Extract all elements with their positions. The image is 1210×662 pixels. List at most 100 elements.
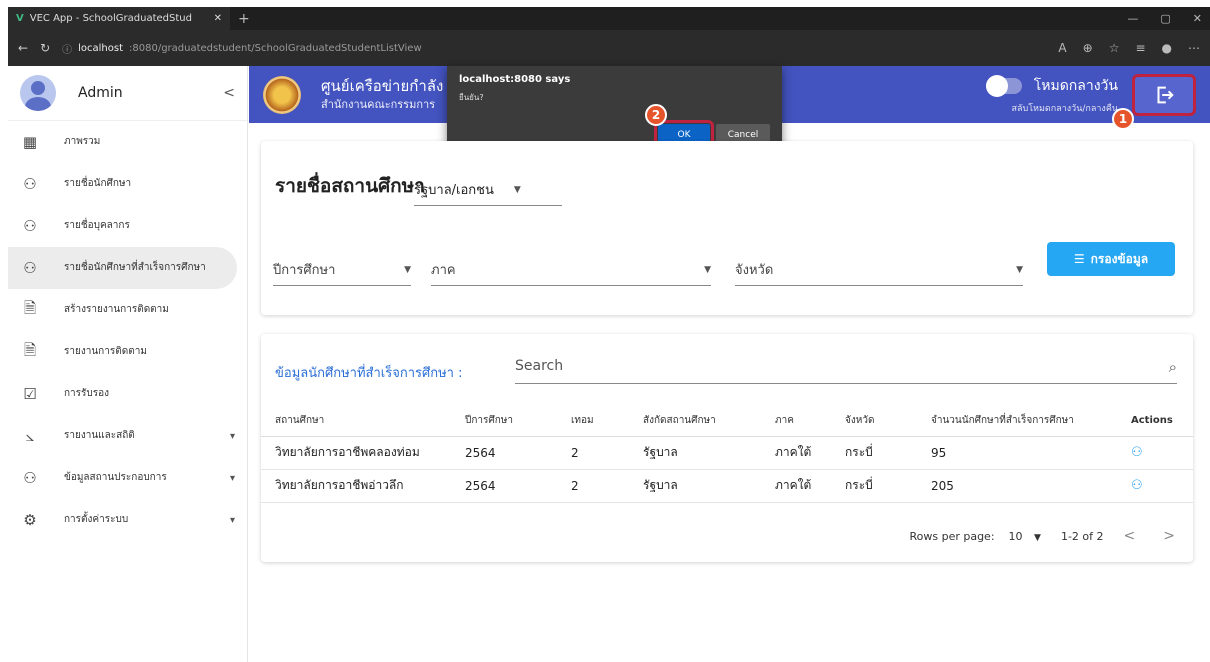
back-icon[interactable]: ← (18, 41, 28, 55)
year-select[interactable]: ปีการศึกษา ▼ (273, 259, 411, 286)
sidebar-item-staff[interactable]: ⚇ รายชื่อบุคลากร (8, 205, 247, 247)
maximize-icon[interactable]: ▢ (1160, 12, 1170, 25)
col-header[interactable]: จังหวัด (831, 406, 917, 437)
cell-year: 2564 (451, 469, 557, 503)
col-header[interactable]: จำนวนนักศึกษาที่สำเร็จการศึกษา (917, 406, 1117, 437)
chevron-down-icon: ▼ (404, 264, 411, 275)
cell-region: ภาคใต้ (761, 436, 831, 470)
filter-button[interactable]: ☰ กรองข้อมูล (1047, 242, 1175, 276)
users-icon: ⚇ (23, 175, 37, 193)
chevron-down-icon: ▾ (229, 472, 235, 484)
table-title: ข้อมูลนักศึกษาที่สำเร็จการศึกษา : (275, 366, 463, 381)
profile-icon[interactable]: ● (1162, 41, 1172, 55)
search-input[interactable]: Search ⌕ (515, 358, 1177, 384)
col-header[interactable]: ภาค (761, 406, 831, 437)
sidebar-item-label: รายชื่อบุคลากร (64, 220, 130, 231)
favorites-list-icon[interactable]: ≡ (1135, 41, 1145, 55)
cell-count: 205 (917, 469, 1117, 503)
col-header[interactable]: สถานศึกษา (261, 406, 451, 437)
sidebar-item-label: รายชื่อนักศึกษา (64, 178, 132, 189)
more-icon[interactable]: ⋯ (1188, 41, 1200, 55)
minimize-icon[interactable]: — (1127, 12, 1138, 25)
chevron-down-icon: ▾ (229, 430, 235, 442)
sidebar: Admin < ▦ ภาพรวม ⚇ รายชื่อนักศึกษา ⚇ รายชื่… (8, 66, 248, 662)
logout-icon (1157, 86, 1174, 103)
close-window-icon[interactable]: ✕ (1193, 12, 1202, 25)
region-label: ภาค (431, 263, 456, 278)
sidebar-menu: ▦ ภาพรวม ⚇ รายชื่อนักศึกษา ⚇ รายชื่อบุคลากร… (8, 121, 247, 541)
vue-logo-icon: V (16, 13, 24, 24)
gear-icon: ⚙ (23, 511, 37, 529)
table-row: วิทยาลัยการอาชีพคลองท่อม 2564 2 รัฐบาล ภ… (261, 436, 1193, 470)
search-placeholder: Search (515, 358, 564, 374)
sidebar-item-companies[interactable]: ⚇ ข้อมูลสถานประกอบการ ▾ (8, 457, 247, 499)
close-tab-icon[interactable]: ✕ (214, 13, 222, 24)
refresh-icon[interactable]: ↻ (40, 41, 50, 55)
clipboard-check-icon: ☑ (23, 385, 37, 403)
cell-province: กระบี่ (831, 469, 917, 503)
document-icon: 🗎 (23, 340, 37, 359)
filter-card: รายชื่อสถานศึกษา รัฐบาล/เอกชน ▼ ปีการศึกษ… (261, 141, 1193, 315)
prev-page-icon[interactable]: < (1124, 528, 1136, 544)
sidebar-item-reports[interactable]: ⦣ รายงานและสถิติ ▾ (8, 415, 247, 457)
zoom-icon[interactable]: ⊕ (1083, 41, 1093, 55)
province-select[interactable]: จังหวัด ▼ (735, 259, 1023, 286)
province-label: จังหวัด (735, 263, 774, 278)
next-page-icon[interactable]: > (1163, 528, 1175, 544)
sidebar-item-follow-report[interactable]: 🗎 รายงานการติดตาม (8, 331, 247, 373)
new-tab-icon[interactable]: + (238, 11, 250, 27)
page-title: รายชื่อสถานศึกษา (275, 175, 425, 197)
step-badge-2: 2 (645, 104, 667, 126)
step-badge-1: 1 (1112, 108, 1134, 130)
cell-region: ภาคใต้ (761, 469, 831, 503)
sidebar-item-label: ภาพรวม (64, 136, 101, 147)
favorite-icon[interactable]: ☆ (1109, 41, 1120, 55)
read-aloud-icon[interactable]: A (1058, 41, 1066, 55)
day-mode-toggle[interactable] (985, 74, 1022, 97)
sidebar-item-label: สร้างรายงานการติดตาม (64, 304, 169, 315)
cell-term: 2 (557, 469, 629, 503)
cell-province: กระบี่ (831, 436, 917, 470)
cell-actions: ⚇ (1117, 436, 1193, 470)
search-icon[interactable]: ⌕ (1169, 358, 1177, 376)
sidebar-item-label: รายชื่อนักศึกษาที่สำเร็จการศึกษา (64, 262, 206, 273)
region-select[interactable]: ภาค ▼ (431, 259, 711, 286)
view-students-icon[interactable]: ⚇ (1131, 445, 1143, 460)
url-field[interactable]: ⓘ localhost :8080/graduatedstudent/School… (62, 35, 422, 61)
sidebar-item-settings[interactable]: ⚙ การตั้งค่าระบบ ▾ (8, 499, 247, 541)
col-header[interactable]: ปีการศึกษา (451, 406, 557, 437)
sidebar-item-graduated-students[interactable]: ⚇ รายชื่อนักศึกษาที่สำเร็จการศึกษา (8, 247, 237, 289)
rows-per-page-select[interactable]: 10 ▼ (1009, 530, 1041, 543)
browser-address-bar: ← ↻ ⓘ localhost :8080/graduatedstudent/Sc… (8, 30, 1210, 66)
user-name: Admin (78, 85, 123, 101)
document-icon: 🗎 (23, 298, 37, 317)
cell-affiliation: รัฐบาล (629, 436, 761, 470)
sidebar-item-label: การรับรอง (64, 388, 110, 399)
info-icon: ⓘ (62, 44, 73, 56)
browser-tab[interactable]: V VEC App - SchoolGraduatedStud ✕ (8, 7, 230, 30)
sidebar-item-students[interactable]: ⚇ รายชื่อนักศึกษา (8, 163, 247, 205)
cell-count: 95 (917, 436, 1117, 470)
col-header[interactable]: สังกัดสถานศึกษา (629, 406, 761, 437)
sidebar-item-overview[interactable]: ▦ ภาพรวม (8, 121, 247, 163)
filter-icon: ☰ (1073, 252, 1085, 266)
sidebar-item-certification[interactable]: ☑ การรับรอง (8, 373, 247, 415)
chevron-down-icon: ▼ (1016, 264, 1023, 275)
users-icon: ⚇ (23, 259, 37, 277)
browser-titlebar: V VEC App - SchoolGraduatedStud ✕ + — ▢ … (8, 7, 1210, 30)
page-range: 1-2 of 2 (1060, 529, 1104, 543)
cell-school: วิทยาลัยการอาชีพคลองท่อม (261, 436, 451, 470)
chart-icon: ⦣ (25, 427, 35, 445)
users-icon: ⚇ (23, 469, 37, 487)
chevron-down-icon: ▼ (513, 184, 521, 195)
collapse-sidebar-icon[interactable]: < (223, 85, 235, 101)
col-header[interactable]: เทอม (557, 406, 629, 437)
logout-button[interactable] (1132, 73, 1196, 116)
sector-select[interactable]: รัฐบาล/เอกชน ▼ (414, 179, 562, 206)
url-path: :8080/graduatedstudent/SchoolGraduatedSt… (129, 42, 422, 54)
day-mode-hint: สลับโหมดกลางวัน/กลางคืน (1011, 103, 1118, 114)
graduates-table-card: ข้อมูลนักศึกษาที่สำเร็จการศึกษา : Search… (261, 334, 1193, 562)
url-host: localhost (78, 42, 124, 54)
sidebar-item-create-report[interactable]: 🗎 สร้างรายงานการติดตาม (8, 289, 247, 331)
view-students-icon[interactable]: ⚇ (1131, 478, 1143, 493)
